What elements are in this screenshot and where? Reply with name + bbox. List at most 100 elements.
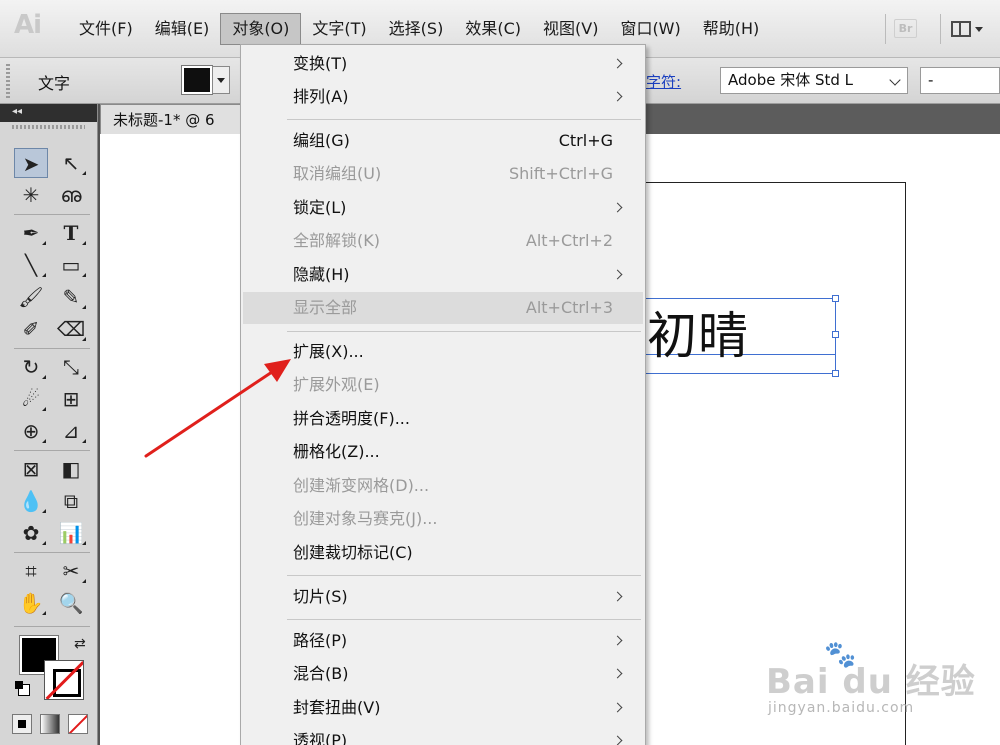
collapse-icon[interactable]: ◂◂ xyxy=(12,106,22,117)
none-mode-button[interactable] xyxy=(68,714,88,734)
menu-item-label: 创建裁切标记(C) xyxy=(293,543,413,562)
chevron-right-icon xyxy=(612,269,623,280)
object-menu-item[interactable]: 混合(B) xyxy=(243,658,643,690)
paintbrush-tool-icon[interactable]: 🖌 xyxy=(14,282,48,312)
blend-tool-icon[interactable]: ⧉ xyxy=(54,486,88,516)
eyedropper-tool-icon[interactable]: 💧 xyxy=(14,486,48,516)
blob-brush-tool-icon[interactable]: ✐ xyxy=(14,314,48,344)
bridge-button[interactable]: Br xyxy=(885,14,925,44)
perspective-grid-tool-icon[interactable]: ⊿ xyxy=(54,416,88,446)
type-tool-icon[interactable]: T xyxy=(54,218,88,248)
resize-handle[interactable] xyxy=(832,331,839,338)
menu-separator xyxy=(287,575,641,576)
tool-row: ⊠ ◧ xyxy=(14,454,94,484)
workspace-switcher-button[interactable] xyxy=(940,14,992,44)
line-tool-icon[interactable]: ╲ xyxy=(14,250,48,280)
gradient-tool-icon[interactable]: ◧ xyxy=(54,454,88,484)
menu-item-label: 变换(T) xyxy=(293,54,348,73)
object-menu-item[interactable]: 锁定(L) xyxy=(243,192,643,224)
fill-color-dropdown[interactable] xyxy=(212,66,230,94)
default-colors-icon[interactable] xyxy=(15,681,30,696)
font-style-value: - xyxy=(928,71,934,89)
warp-tool-icon[interactable]: ☄ xyxy=(14,384,48,414)
watermark-url-text: jingyan.baidu.com xyxy=(768,700,915,716)
object-menu-item: 创建渐变网格(D)... xyxy=(243,470,643,502)
watermark: 🐾 Bai du 经验 jingyan.baidu.com xyxy=(762,640,975,730)
tool-row: 🖌 ✎ xyxy=(14,282,94,312)
object-menu-item[interactable]: 路径(P) xyxy=(243,625,643,657)
menu-item-label: 扩展(X)... xyxy=(293,342,364,361)
eraser-tool-icon[interactable]: ⌫ xyxy=(54,314,88,344)
character-panel-link[interactable]: 字符: xyxy=(646,71,681,92)
pen-tool-icon[interactable]: ✒ xyxy=(14,218,48,248)
object-menu-item: 取消编组(U) Shift+Ctrl+G xyxy=(243,158,643,190)
menu-item-label: 拼合透明度(F)... xyxy=(293,409,410,428)
font-family-select[interactable]: Adobe 宋体 Std L xyxy=(720,67,908,94)
direct-selection-tool-icon[interactable]: ↖ xyxy=(54,148,88,178)
tools-panel-header[interactable]: ◂◂ xyxy=(0,104,97,122)
font-style-select[interactable]: - xyxy=(920,67,1000,94)
gradient-mode-button[interactable] xyxy=(40,714,60,734)
object-menu-item[interactable]: 排列(A) xyxy=(243,81,643,113)
object-menu-item: 扩展外观(E) xyxy=(243,369,643,401)
fill-color-swatch[interactable] xyxy=(181,65,213,95)
selection-tool-icon[interactable]: ➤ xyxy=(14,148,48,178)
tab-bar-background xyxy=(640,104,1000,134)
object-menu-item[interactable]: 切片(S) xyxy=(243,581,643,613)
magic-wand-tool-icon[interactable]: ✳ xyxy=(14,180,48,210)
object-menu-item[interactable]: 透视(P) xyxy=(243,725,643,745)
symbol-sprayer-tool-icon[interactable]: ✿ xyxy=(14,518,48,548)
menu-item[interactable]: 文件(F) xyxy=(68,0,144,58)
menu-item-label: 扩展外观(E) xyxy=(293,375,380,394)
shape-builder-tool-icon[interactable]: ⊕ xyxy=(14,416,48,446)
swap-colors-icon[interactable]: ⇄ xyxy=(74,636,86,652)
object-menu-item[interactable]: 拼合透明度(F)... xyxy=(243,403,643,435)
free-transform-tool-icon[interactable]: ⊞ xyxy=(54,384,88,414)
object-menu-item[interactable]: 变换(T) xyxy=(243,48,643,80)
object-menu-item: 显示全部 Alt+Ctrl+3 xyxy=(243,292,643,324)
menu-item-label: 编组(G) xyxy=(293,131,350,150)
lasso-tool-icon[interactable]: ഌ xyxy=(54,180,88,210)
menu-item[interactable]: 帮助(H) xyxy=(692,0,771,58)
tools-grip[interactable] xyxy=(12,125,85,129)
color-mode-button[interactable] xyxy=(12,714,32,734)
chevron-right-icon xyxy=(612,702,623,713)
rectangle-tool-icon[interactable]: ▭ xyxy=(54,250,88,280)
object-menu-item[interactable]: 扩展(X)... xyxy=(243,336,643,368)
stroke-color-box[interactable] xyxy=(44,660,84,700)
hand-tool-icon[interactable]: ✋ xyxy=(14,588,48,618)
resize-handle[interactable] xyxy=(832,370,839,377)
mesh-tool-icon[interactable]: ⊠ xyxy=(14,454,48,484)
object-menu-item[interactable]: 封套扭曲(V) xyxy=(243,692,643,724)
chevron-down-icon xyxy=(217,77,225,83)
tool-row: ✐ ⌫ xyxy=(14,314,94,344)
grip-handle[interactable] xyxy=(6,64,10,98)
artboard-tool-icon[interactable]: ⌗ xyxy=(14,556,48,586)
menu-item[interactable]: 对象(O) xyxy=(220,13,302,45)
tool-row: ✳ ഌ xyxy=(14,180,94,210)
zoom-tool-icon[interactable]: 🔍 xyxy=(54,588,88,618)
menu-item-label: 路径(P) xyxy=(293,631,348,650)
workspace-grid-icon xyxy=(950,21,971,37)
menu-item-label: 透视(P) xyxy=(293,731,348,745)
chevron-right-icon xyxy=(612,58,623,69)
watermark-main-text: Bai du 经验 xyxy=(766,662,976,702)
object-menu-item[interactable]: 编组(G) Ctrl+G xyxy=(243,125,643,157)
resize-handle[interactable] xyxy=(832,295,839,302)
menu-item-label: 切片(S) xyxy=(293,587,348,606)
menu-item-shortcut: Alt+Ctrl+2 xyxy=(525,231,613,250)
pencil-tool-icon[interactable]: ✎ xyxy=(54,282,88,312)
object-menu-item[interactable]: 创建裁切标记(C) xyxy=(243,537,643,569)
menu-item-label: 创建渐变网格(D)... xyxy=(293,476,430,495)
scale-tool-icon[interactable]: ⤡ xyxy=(54,352,88,382)
object-menu-item[interactable]: 隐藏(H) xyxy=(243,259,643,291)
menu-item-shortcut: Ctrl+G xyxy=(558,131,613,150)
tool-row: 💧 ⧉ xyxy=(14,486,94,516)
menu-separator xyxy=(287,119,641,120)
rotate-tool-icon[interactable]: ↻ xyxy=(14,352,48,382)
column-graph-tool-icon[interactable]: 📊 xyxy=(54,518,88,548)
slice-tool-icon[interactable]: ✂ xyxy=(54,556,88,586)
document-tab[interactable]: 未标题-1* @ 6 xyxy=(100,104,248,134)
menu-item[interactable]: 编辑(E) xyxy=(144,0,221,58)
object-menu-item[interactable]: 栅格化(Z)... xyxy=(243,436,643,468)
